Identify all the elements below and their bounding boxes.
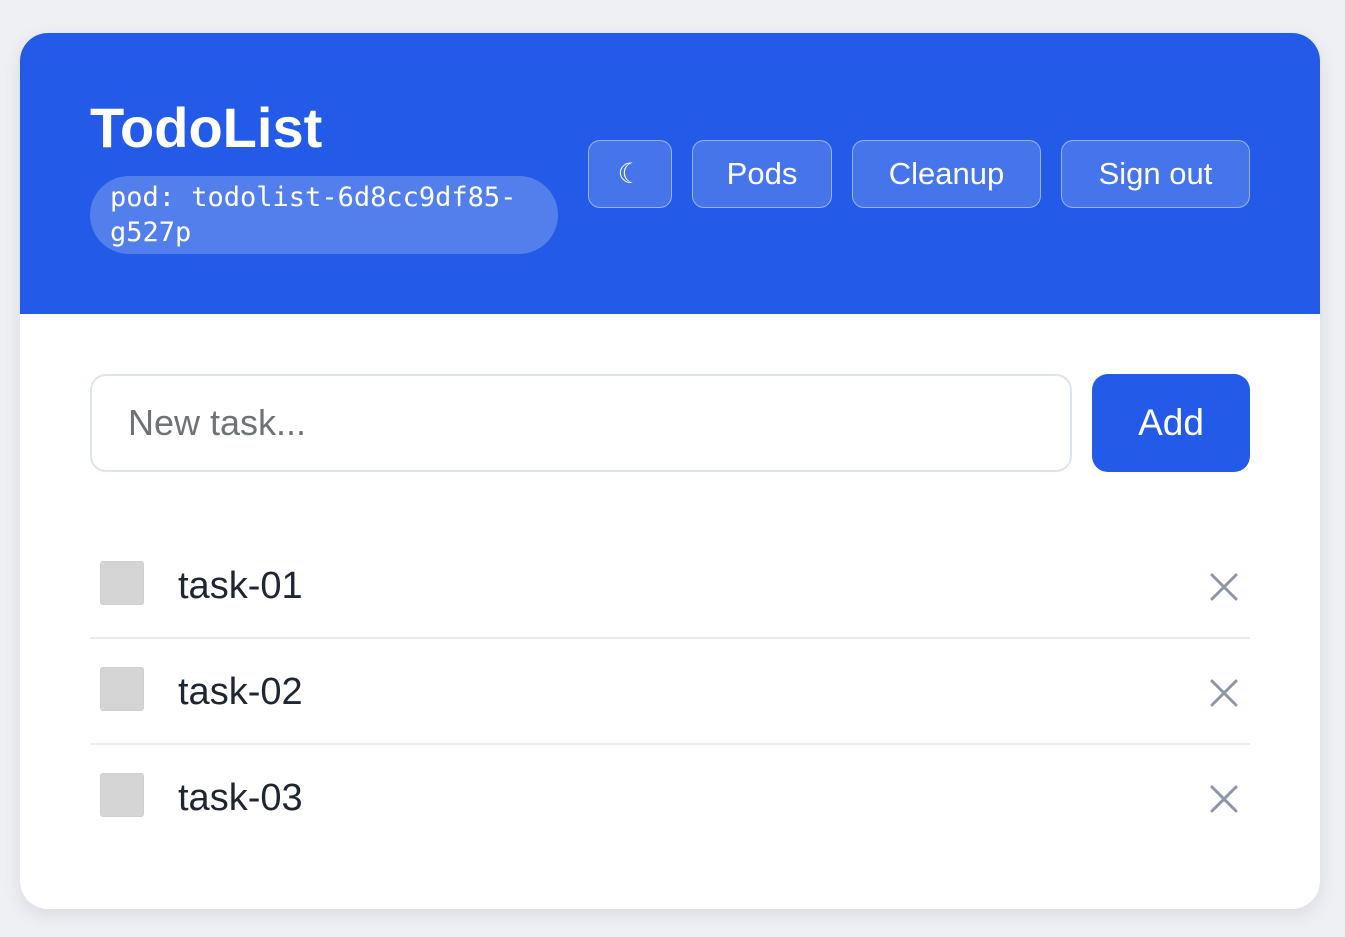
pods-button[interactable]: Pods <box>692 140 832 208</box>
cleanup-button[interactable]: Cleanup <box>852 140 1041 208</box>
task-list: task-01 task-02 task-03 <box>90 533 1250 851</box>
task-row: task-01 <box>90 533 1250 639</box>
todo-card: TodoList pod: todolist-6d8cc9df85-g527p … <box>20 33 1320 909</box>
task-row: task-02 <box>90 639 1250 745</box>
task-checkbox[interactable] <box>100 773 144 817</box>
task-checkbox[interactable] <box>100 561 144 605</box>
task-label: task-03 <box>178 777 303 819</box>
task-label: task-01 <box>178 565 303 607</box>
sign-out-button[interactable]: Sign out <box>1061 140 1250 208</box>
close-icon <box>1210 573 1238 601</box>
task-checkbox[interactable] <box>100 667 144 711</box>
moon-icon: ☾ <box>617 158 643 189</box>
app-title: TodoList <box>90 96 323 159</box>
close-icon <box>1210 785 1238 813</box>
delete-task-button[interactable] <box>1204 567 1244 607</box>
add-task-button[interactable]: Add <box>1092 374 1250 472</box>
close-icon <box>1210 679 1238 707</box>
delete-task-button[interactable] <box>1204 673 1244 713</box>
theme-toggle-button[interactable]: ☾ <box>588 140 672 208</box>
delete-task-button[interactable] <box>1204 779 1244 819</box>
new-task-input[interactable] <box>90 374 1072 472</box>
pod-badge: pod: todolist-6d8cc9df85-g527p <box>90 176 558 254</box>
task-label: task-02 <box>178 671 303 713</box>
task-row: task-03 <box>90 745 1250 851</box>
app-header: TodoList pod: todolist-6d8cc9df85-g527p … <box>20 33 1320 314</box>
